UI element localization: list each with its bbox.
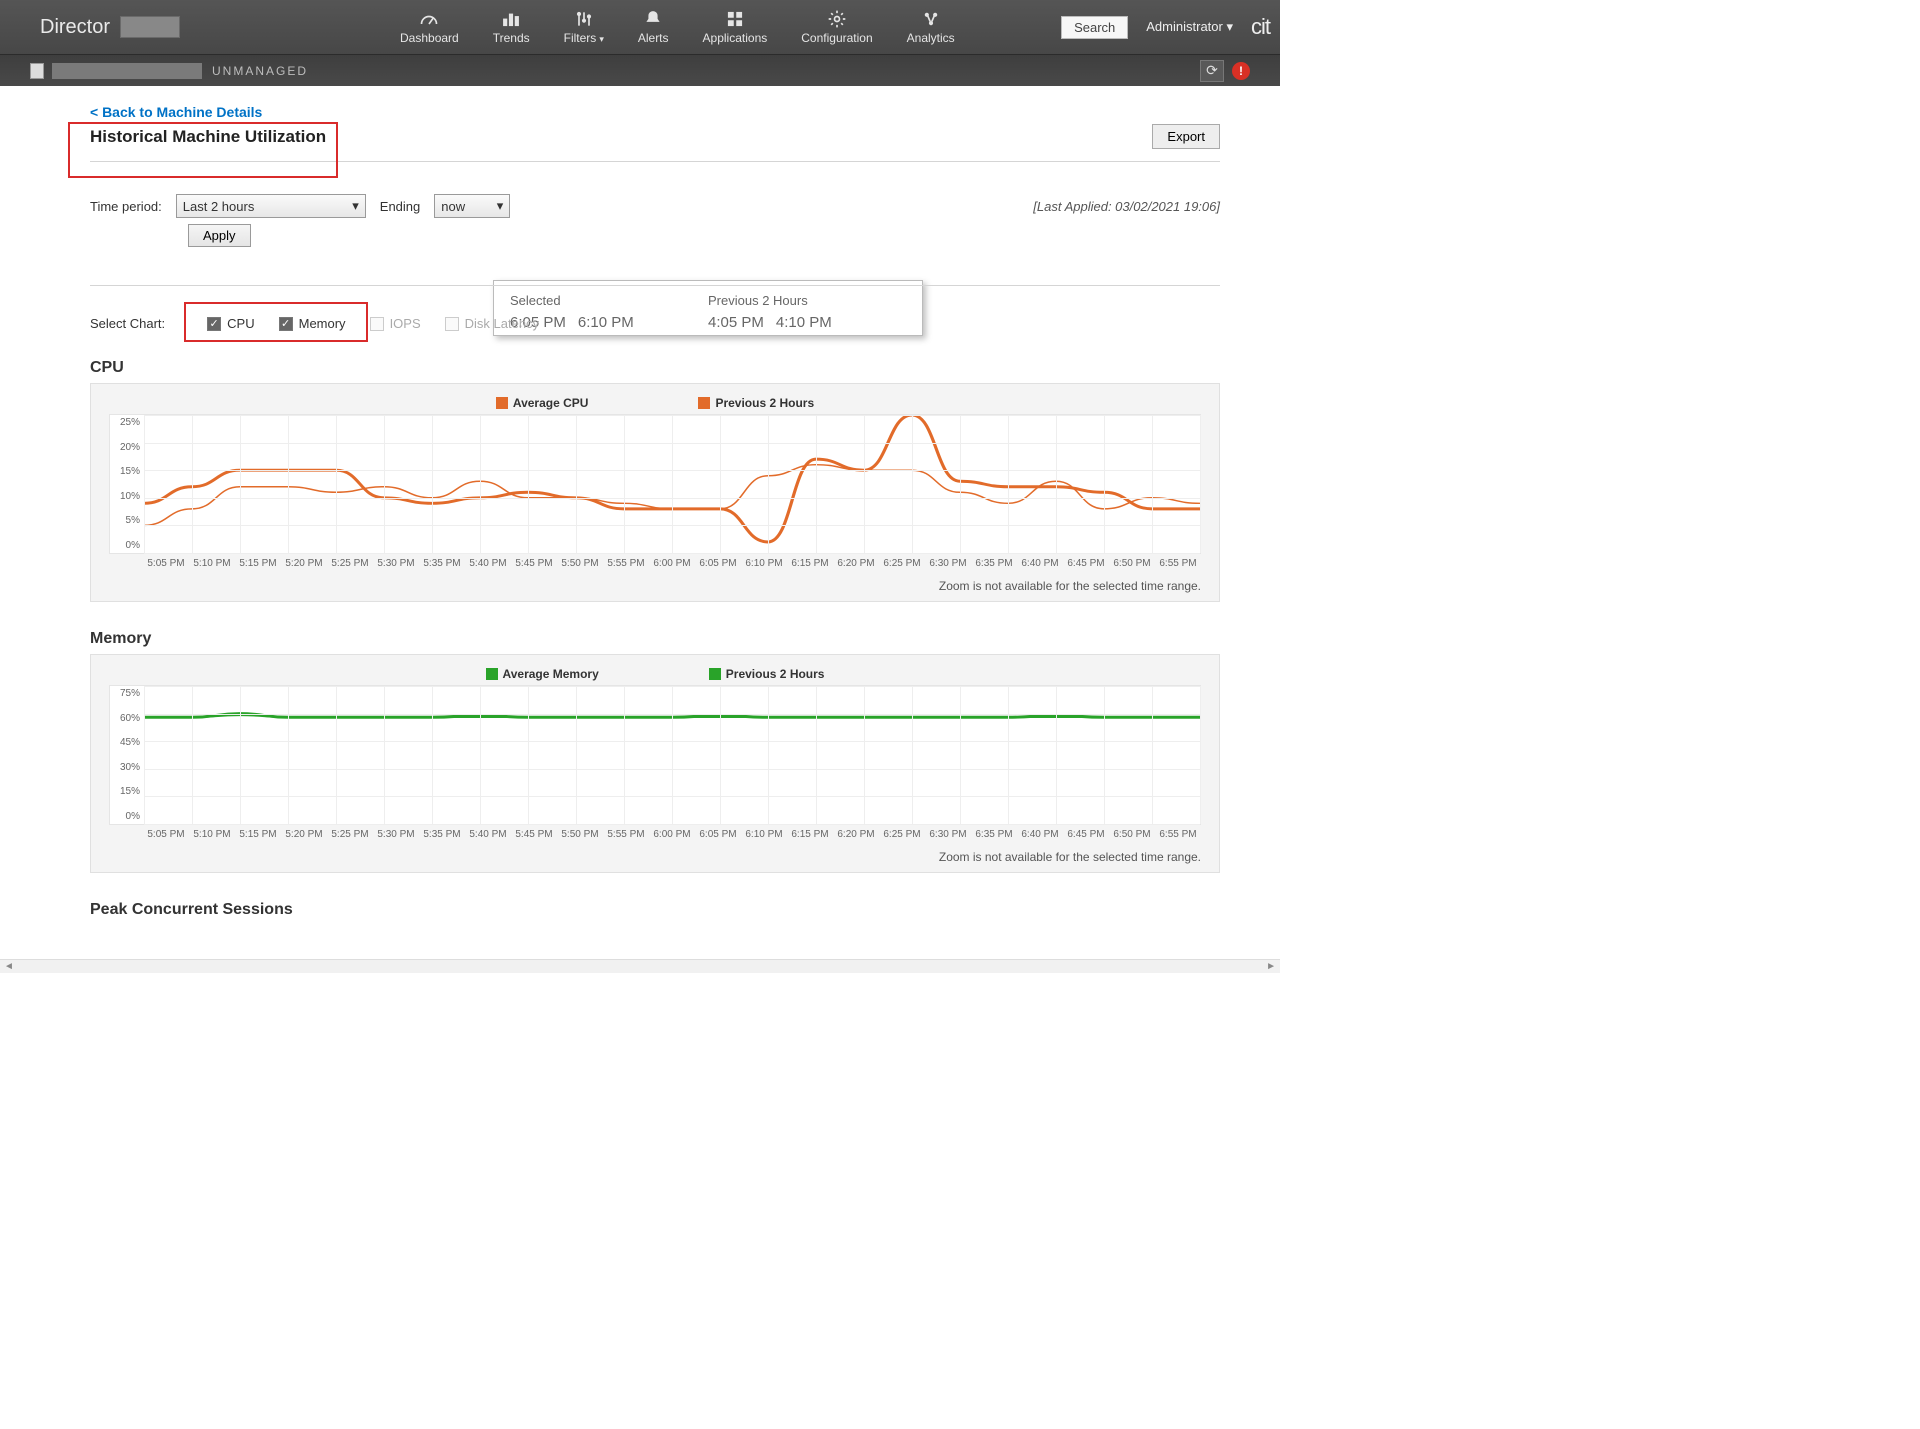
legend-swatch	[709, 668, 721, 680]
checkbox-label: Disk Latency	[465, 316, 539, 331]
checkbox-disk-latency: Disk Latency	[445, 316, 539, 331]
legend-swatch	[698, 397, 710, 409]
nav-trends[interactable]: Trends	[493, 9, 530, 45]
plot-memory[interactable]: 75%60%45%30%15%0%	[109, 685, 1201, 825]
x-axis-memory: 5:05 PM5:10 PM5:15 PM5:20 PM5:25 PM5:30 …	[109, 829, 1201, 840]
admin-menu[interactable]: Administrator ▾	[1146, 19, 1233, 35]
select-chart-label: Select Chart:	[90, 316, 165, 331]
nav-label: Dashboard	[400, 31, 459, 45]
nav-label: Analytics	[907, 31, 955, 45]
chart-title-memory: Memory	[90, 630, 1220, 648]
nav-label: Applications	[703, 31, 768, 45]
time-period-value: Last 2 hours	[183, 199, 255, 214]
bell-icon	[643, 9, 663, 29]
ending-label: Ending	[380, 199, 420, 214]
export-button[interactable]: Export	[1152, 124, 1220, 149]
last-applied-text: [Last Applied: 03/02/2021 19:06]	[1033, 199, 1220, 214]
chart-wrap-memory: Average Memory Previous 2 Hours 75%60%45…	[90, 654, 1220, 873]
time-period-select[interactable]: Last 2 hours ▾	[176, 194, 366, 218]
checkbox-memory[interactable]: ✓ Memory	[279, 316, 346, 331]
check-icon	[370, 317, 384, 331]
legend-swatch	[496, 397, 508, 409]
check-icon	[445, 317, 459, 331]
zoom-note: Zoom is not available for the selected t…	[109, 850, 1201, 864]
content-area: < Back to Machine Details Historical Mac…	[0, 86, 1280, 959]
checkbox-label: Memory	[299, 316, 346, 331]
context-bar: UNMANAGED ⟳ !	[0, 54, 1280, 86]
chevron-down-icon: ▾	[1226, 19, 1233, 34]
x-axis-cpu: 5:05 PM5:10 PM5:15 PM5:20 PM5:25 PM5:30 …	[109, 558, 1201, 569]
top-nav: Director Dashboard Trends Filters▾ Alert…	[0, 0, 1280, 54]
legend-cpu: Average CPU Previous 2 Hours	[109, 396, 1201, 410]
checkbox-cpu[interactable]: ✓ CPU	[207, 316, 254, 331]
apply-button[interactable]: Apply	[188, 224, 251, 247]
nav-analytics[interactable]: Analytics	[907, 9, 955, 45]
nav-dashboard[interactable]: Dashboard	[400, 9, 459, 45]
legend-label: Average Memory	[503, 667, 599, 681]
time-period-label: Time period:	[90, 199, 162, 214]
nav-configuration[interactable]: Configuration	[801, 9, 872, 45]
chevron-down-icon: ▾	[497, 198, 504, 214]
alert-badge-icon[interactable]: !	[1232, 62, 1250, 80]
bars-icon	[501, 9, 521, 29]
grid-icon	[725, 9, 745, 29]
divider	[90, 161, 1220, 162]
page-title: Historical Machine Utilization	[90, 127, 326, 147]
chart-title-sessions: Peak Concurrent Sessions	[90, 901, 1220, 919]
plot-area-memory	[144, 686, 1200, 824]
y-axis-cpu: 25%20%15%10%5%0%	[110, 415, 144, 553]
chart-title-cpu: CPU	[90, 359, 1220, 377]
analytics-icon	[921, 9, 941, 29]
plot-cpu[interactable]: 25%20%15%10%5%0%	[109, 414, 1201, 554]
checkbox-iops: IOPS	[370, 316, 421, 331]
brand-title: Director	[40, 16, 110, 39]
machine-icon	[30, 63, 44, 79]
legend-label: Average CPU	[513, 396, 589, 410]
ending-value: now	[441, 199, 465, 214]
y-axis-memory: 75%60%45%30%15%0%	[110, 686, 144, 824]
nav-applications[interactable]: Applications	[703, 9, 768, 45]
nav-items: Dashboard Trends Filters▾ Alerts Applica…	[400, 9, 955, 45]
horizontal-scrollbar[interactable]: ◄►	[0, 959, 1280, 973]
legend-label: Previous 2 Hours	[726, 667, 825, 681]
back-link[interactable]: < Back to Machine Details	[90, 104, 262, 120]
nav-label: Trends	[493, 31, 530, 45]
legend-swatch	[486, 668, 498, 680]
select-chart-row: Select Chart: ✓ CPU ✓ Memory IOPS Disk L…	[90, 285, 1220, 331]
machine-status: UNMANAGED	[212, 64, 308, 78]
check-icon: ✓	[279, 317, 293, 331]
nav-label: Alerts	[638, 31, 669, 45]
nav-right: Search Administrator ▾ cit	[1061, 14, 1270, 40]
nav-alerts[interactable]: Alerts	[638, 9, 669, 45]
gear-icon	[827, 9, 847, 29]
legend-label: Previous 2 Hours	[715, 396, 814, 410]
search-button[interactable]: Search	[1061, 16, 1128, 39]
tenant-box	[120, 16, 180, 38]
chevron-down-icon: ▾	[352, 198, 359, 214]
zoom-note: Zoom is not available for the selected t…	[109, 579, 1201, 593]
filter-icon	[574, 9, 594, 29]
legend-memory: Average Memory Previous 2 Hours	[109, 667, 1201, 681]
checkbox-label: IOPS	[390, 316, 421, 331]
check-icon: ✓	[207, 317, 221, 331]
nav-label: Configuration	[801, 31, 872, 45]
checkbox-label: CPU	[227, 316, 254, 331]
refresh-button[interactable]: ⟳	[1200, 60, 1224, 82]
chevron-down-icon: ▾	[599, 34, 604, 44]
machine-name-redacted	[52, 63, 202, 79]
ending-select[interactable]: now ▾	[434, 194, 510, 218]
vendor-logo-cutoff: cit	[1251, 14, 1270, 40]
plot-area-cpu	[144, 415, 1200, 553]
chart-wrap-cpu: Average CPU Previous 2 Hours 25%20%15%10…	[90, 383, 1220, 602]
nav-label: Filters▾	[564, 31, 604, 45]
nav-filters[interactable]: Filters▾	[564, 9, 604, 45]
filter-row: Time period: Last 2 hours ▾ Ending now ▾…	[90, 194, 1220, 218]
gauge-icon	[419, 9, 439, 29]
